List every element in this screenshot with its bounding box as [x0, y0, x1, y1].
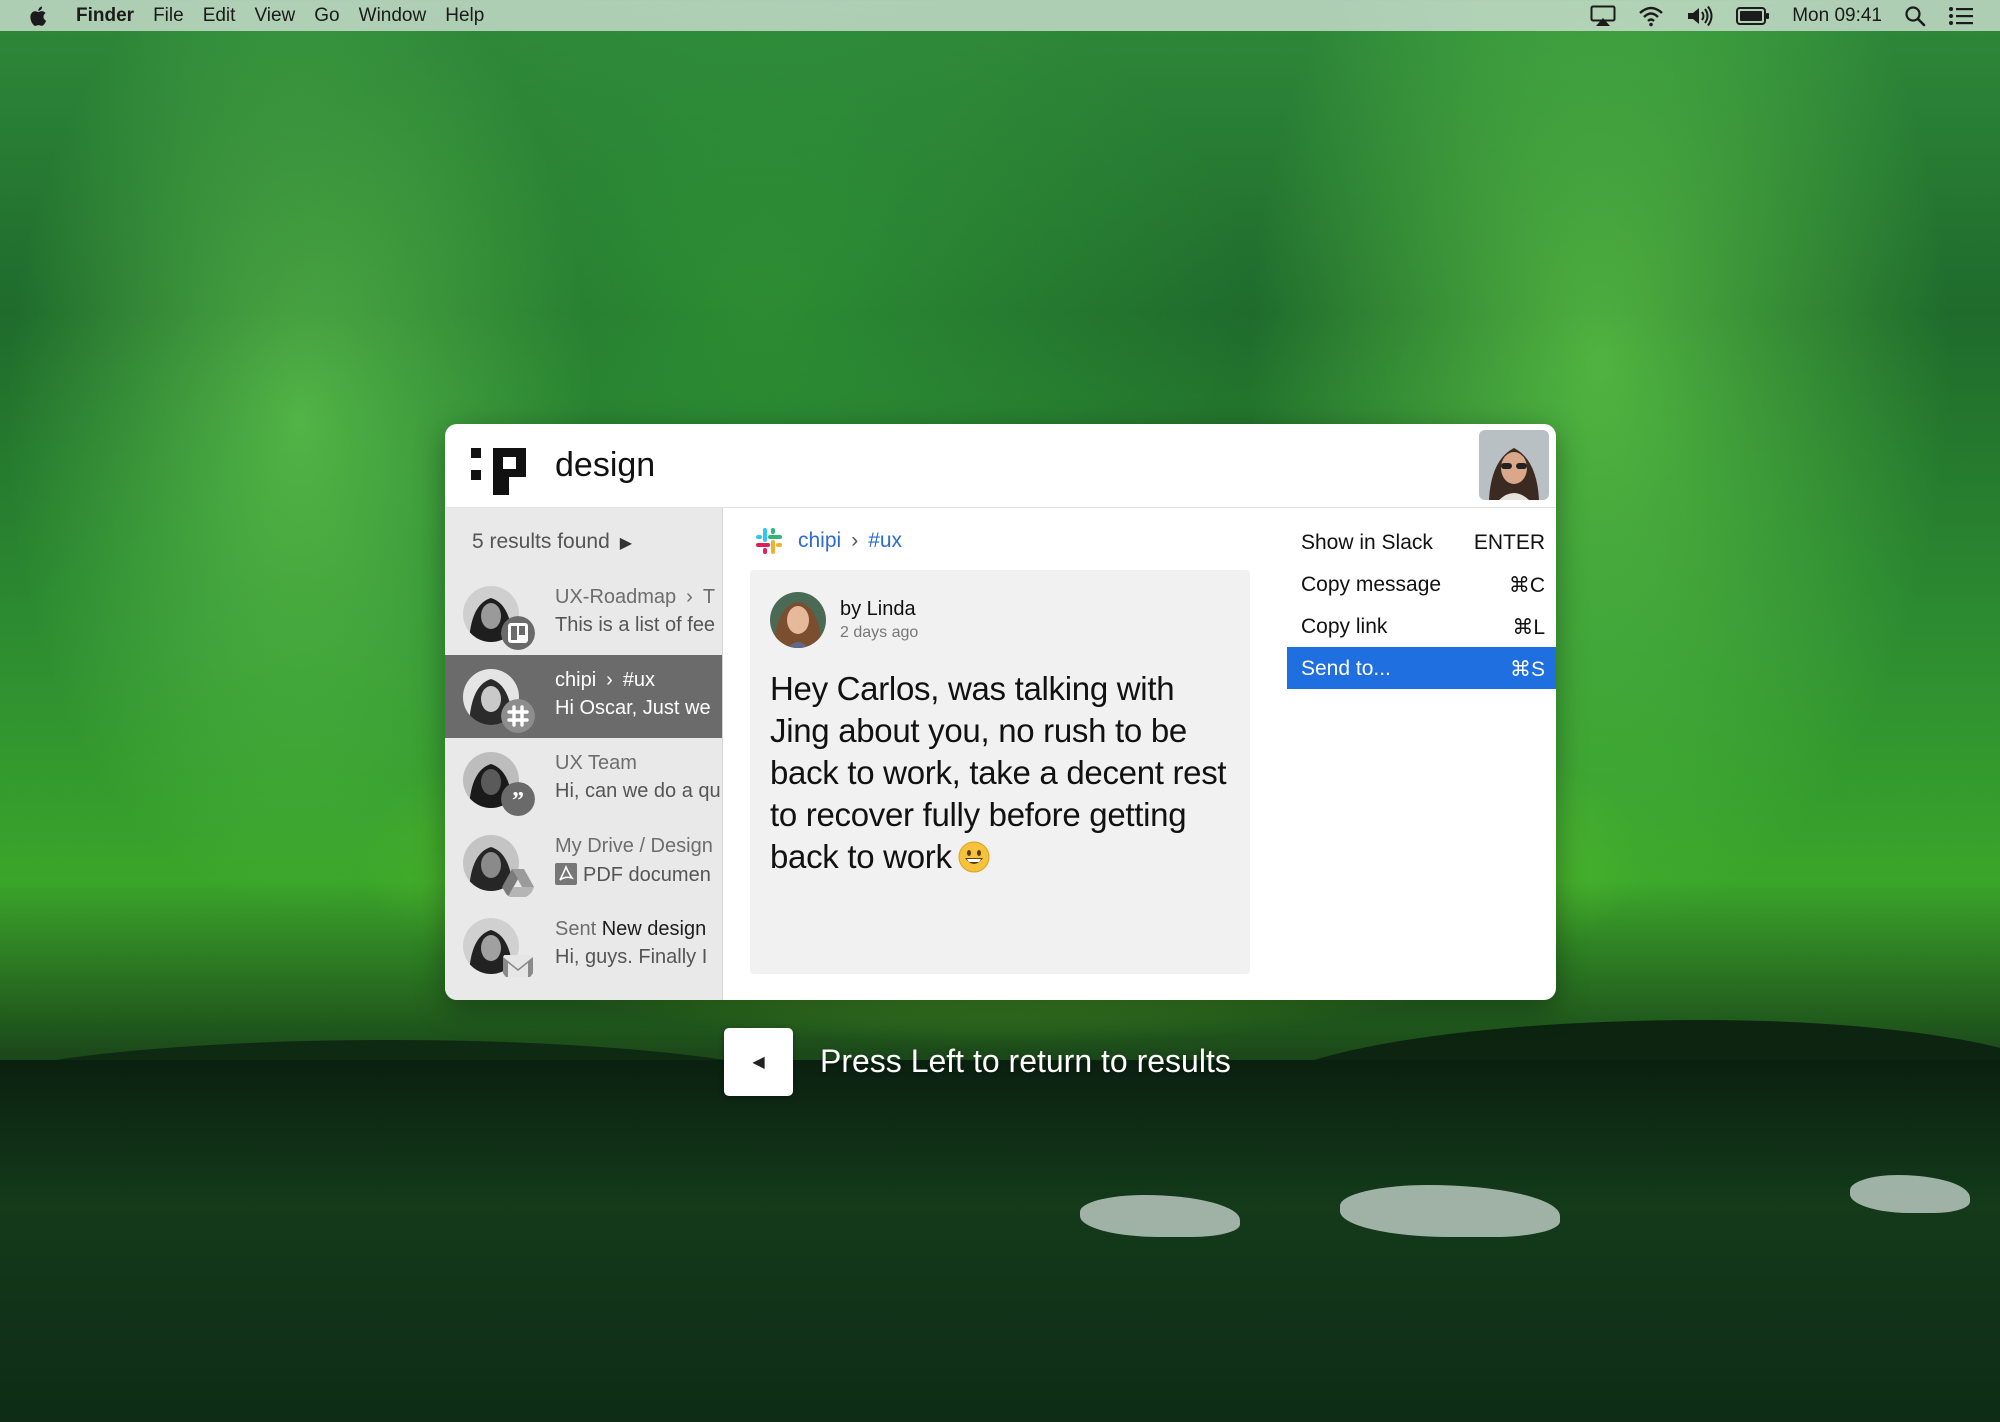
result-subtitle: This is a list of fee: [555, 614, 716, 636]
message-author: by Linda: [840, 598, 916, 620]
action-show-in-slack[interactable]: Show in Slack ENTER: [1287, 521, 1556, 563]
app-logo-icon: [471, 448, 526, 495]
battery-icon[interactable]: [1736, 6, 1770, 26]
actions-menu: Show in Slack ENTER Copy message ⌘C Copy…: [1277, 508, 1556, 808]
action-shortcut: ⌘C: [1508, 574, 1545, 597]
workspace-link[interactable]: chipi: [798, 529, 841, 553]
action-shortcut: ⌘S: [1509, 658, 1545, 681]
result-title: UX-Roadmap › T: [555, 586, 715, 609]
menu-view[interactable]: View: [254, 5, 295, 27]
apple-icon[interactable]: [28, 4, 50, 28]
breadcrumb-separator: ›: [686, 586, 693, 608]
menu-go[interactable]: Go: [314, 5, 339, 27]
action-send-to[interactable]: Send to... ⌘S: [1287, 647, 1556, 689]
user-avatar[interactable]: [1479, 430, 1549, 500]
message-card: by Linda 2 days ago Hey Carlos, was talk…: [750, 570, 1250, 974]
search-input[interactable]: [555, 442, 1355, 488]
search-header: [445, 424, 1556, 508]
lake-foreground: [0, 1060, 2000, 1422]
message-text: Hey Carlos, was talking with Jing about …: [770, 668, 1230, 878]
result-title-text: New design: [601, 918, 707, 940]
action-label: Copy link: [1301, 615, 1388, 638]
result-title: My Drive / Design: [555, 835, 713, 857]
results-list: 5 results found ▶ UX-Roadmap › T This is a …: [445, 508, 723, 1000]
result-title: Sent New design: [555, 918, 706, 941]
gmail-icon: [503, 955, 533, 977]
results-count-label: 5 results found: [472, 530, 610, 553]
result-subtitle: Hi Oscar, Just we: [555, 697, 711, 719]
pdf-icon: [555, 863, 577, 885]
action-shortcut: ENTER: [1473, 531, 1545, 554]
result-row[interactable]: ” UX Team Hi, can we do a qu: [445, 738, 722, 821]
menu-app-name[interactable]: Finder: [76, 5, 134, 27]
channel-link[interactable]: #ux: [868, 529, 902, 553]
menu-edit[interactable]: Edit: [203, 5, 236, 27]
slack-icon: [756, 528, 782, 554]
menu-window[interactable]: Window: [359, 5, 427, 27]
breadcrumb-separator: ›: [851, 529, 859, 552]
result-title-suffix: #ux: [622, 669, 656, 691]
action-label: Copy message: [1301, 573, 1442, 596]
grinning-emoji-icon: [958, 841, 990, 873]
result-row[interactable]: My Drive / Design PDF documen: [445, 821, 722, 904]
result-subtitle: Hi, guys. Finally I: [555, 946, 708, 968]
airplay-icon[interactable]: [1590, 5, 1616, 27]
result-title-text: UX-Roadmap: [555, 586, 677, 608]
menu-bar: Finder File Edit View Go Window Help Mon…: [0, 0, 2000, 31]
breadcrumb: chipi › #ux: [756, 528, 902, 554]
google-drive-icon: [502, 869, 534, 897]
result-subtitle-text: PDF documen: [583, 864, 711, 886]
result-row-selected[interactable]: chipi › #ux Hi Oscar, Just we: [445, 655, 722, 738]
result-title-prefix: Sent: [555, 918, 597, 940]
trello-icon: [501, 616, 535, 650]
action-shortcut: ⌘L: [1512, 616, 1545, 639]
result-title: UX Team: [555, 752, 637, 774]
menu-clock[interactable]: Mon 09:41: [1792, 5, 1882, 27]
result-title-suffix: T: [702, 586, 716, 608]
volume-icon[interactable]: [1686, 5, 1714, 27]
menu-file[interactable]: File: [153, 5, 184, 27]
result-subtitle: Hi, can we do a qu: [555, 780, 721, 802]
result-row[interactable]: Sent New design Hi, guys. Finally I: [445, 904, 722, 987]
menu-help[interactable]: Help: [445, 5, 484, 27]
svg-text:”: ”: [512, 788, 524, 814]
left-arrow-key-button[interactable]: ◀: [724, 1028, 793, 1096]
wifi-icon[interactable]: [1638, 5, 1664, 27]
hint-text: Press Left to return to results: [820, 1043, 1231, 1079]
hangouts-icon: ”: [501, 782, 535, 816]
play-icon: ▶: [619, 535, 633, 552]
author-avatar: [770, 592, 826, 648]
result-row[interactable]: UX-Roadmap › T This is a list of fee: [445, 572, 722, 655]
message-body: Hey Carlos, was talking with Jing about …: [770, 670, 1227, 875]
result-title: chipi › #ux: [555, 669, 655, 692]
action-label: Send to...: [1301, 657, 1391, 680]
detail-pane: chipi › #ux by Linda 2 days ago Hey Carl…: [723, 508, 1253, 1000]
slack-icon: [501, 699, 535, 733]
notification-center-icon[interactable]: [1948, 5, 1974, 27]
launcher-window: 5 results found ▶ UX-Roadmap › T This is a …: [445, 424, 1556, 1000]
action-label: Show in Slack: [1301, 531, 1433, 554]
action-copy-link[interactable]: Copy link ⌘L: [1287, 605, 1556, 647]
result-title-text: chipi: [555, 669, 597, 691]
action-copy-message[interactable]: Copy message ⌘C: [1287, 563, 1556, 605]
breadcrumb-separator: ›: [606, 669, 613, 691]
spotlight-icon[interactable]: [1904, 5, 1926, 27]
message-time: 2 days ago: [840, 624, 919, 641]
result-subtitle: PDF documen: [555, 863, 711, 887]
results-count[interactable]: 5 results found ▶: [472, 530, 632, 554]
